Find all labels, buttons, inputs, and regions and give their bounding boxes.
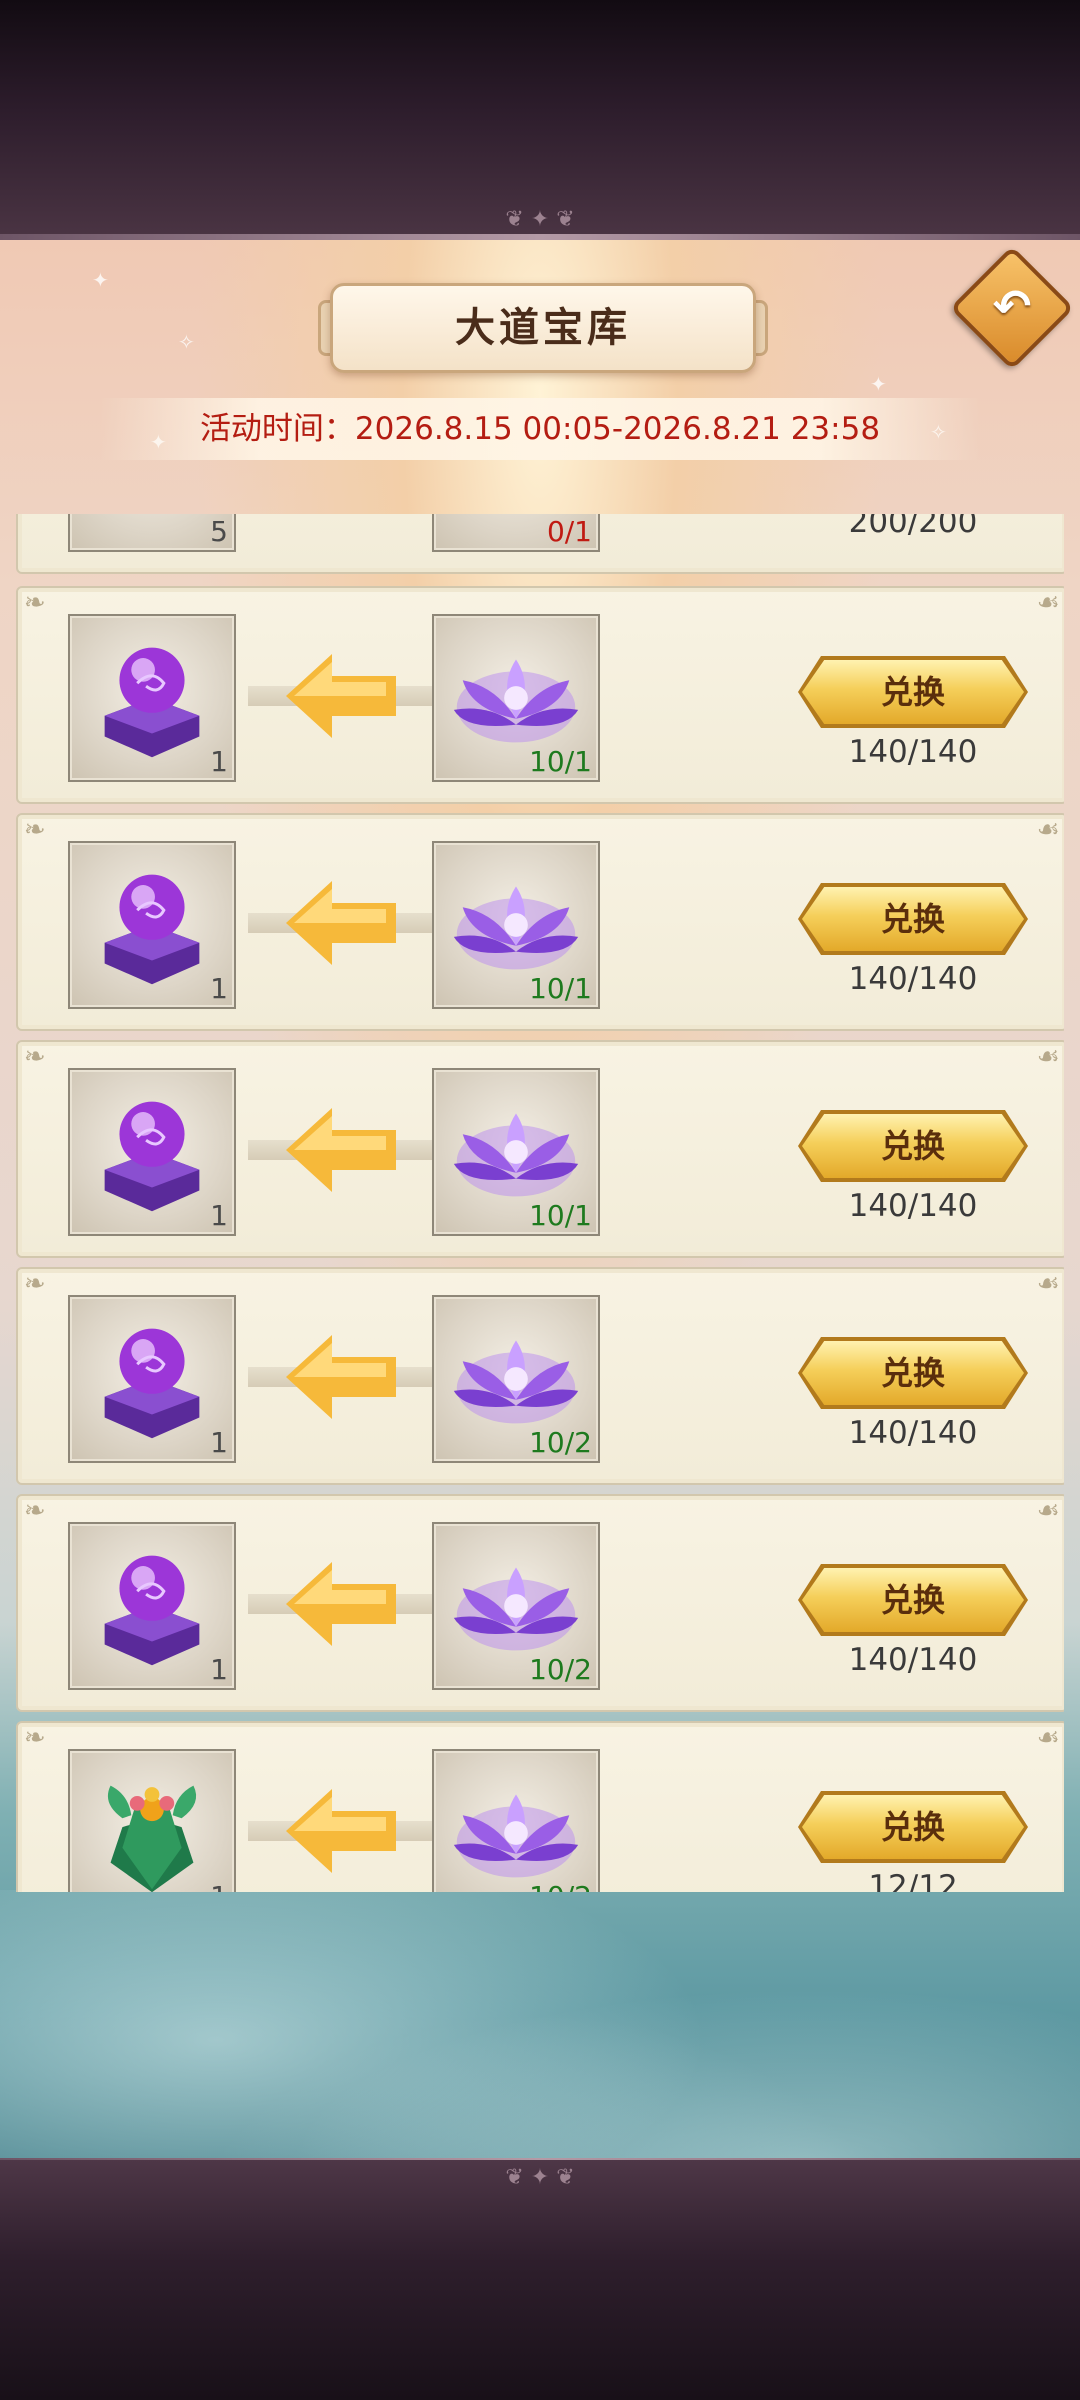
corner-ornament-icon: ☙ [1036, 1269, 1060, 1299]
cost-quantity: 10/2 [529, 1653, 592, 1686]
purple-lotus-icon [453, 1794, 579, 1878]
reward-quantity: 5 [210, 515, 228, 548]
reward-slot[interactable]: 1 [68, 1068, 236, 1236]
activity-time-text: 活动时间：2026.8.15 00:05-2026.8.21 23:58 [100, 398, 980, 460]
bottom-frame [0, 2160, 1080, 2400]
sparkle-icon: ✦ [92, 268, 109, 292]
cost-slot[interactable]: 0/1 [432, 514, 600, 552]
exchange-limit: 140/140 [848, 1642, 978, 1678]
exchange-limit: 200/200 [848, 514, 978, 540]
reward-quantity: 1 [210, 1880, 228, 1892]
left-arrow-icon [286, 1562, 396, 1646]
cost-quantity: 10/1 [529, 745, 592, 778]
exchange-row: ❧ ☙ 1 [16, 1040, 1064, 1258]
return-arrow-icon[interactable]: ↶ [968, 262, 1056, 350]
corner-ornament-icon: ❧ [24, 1042, 46, 1072]
exchange-limit: 140/140 [848, 1188, 978, 1224]
cost-quantity: 10/2 [529, 1880, 592, 1892]
purple-orb-pedestal-icon [104, 1555, 200, 1666]
reward-quantity: 1 [210, 1199, 228, 1232]
reward-slot[interactable]: 1 [68, 1522, 236, 1690]
corner-ornament-icon: ☙ [1036, 1042, 1060, 1072]
exchange-button[interactable]: 兑换 [802, 1341, 1024, 1405]
page-title: 大道宝库 [330, 283, 756, 373]
exchange-list[interactable]: 5 0/1 200/200 ❧ ☙ 1 10/1 兑换 140/140 ❧ ☙ … [16, 514, 1064, 1892]
exchange-row: ❧ ☙ 1 [16, 1267, 1064, 1485]
corner-ornament-icon: ❧ [24, 1723, 46, 1753]
reward-slot[interactable]: 1 [68, 841, 236, 1009]
left-arrow-icon [286, 1335, 396, 1419]
exchange-row: ❧ ☙ 1 [16, 1721, 1064, 1892]
exchange-row: ❧ ☙ 1 [16, 1494, 1064, 1712]
reward-quantity: 1 [210, 1653, 228, 1686]
left-arrow-icon [286, 654, 396, 738]
corner-ornament-icon: ☙ [1036, 588, 1060, 618]
cost-slot[interactable]: 10/2 [432, 1522, 600, 1690]
cost-slot[interactable]: 10/1 [432, 841, 600, 1009]
corner-ornament-icon: ☙ [1036, 815, 1060, 845]
exchange-limit: 140/140 [848, 961, 978, 997]
exchange-limit: 12/12 [868, 1869, 958, 1892]
cost-quantity: 10/1 [529, 1199, 592, 1232]
exchange-limit: 140/140 [848, 734, 978, 770]
corner-ornament-icon: ❧ [24, 1269, 46, 1299]
corner-ornament-icon: ☙ [1036, 1723, 1060, 1753]
exchange-button[interactable]: 兑换 [802, 887, 1024, 951]
green-flower-plant-icon [107, 1785, 197, 1892]
corner-ornament-icon: ❧ [24, 1496, 46, 1526]
reward-slot[interactable]: 5 [68, 514, 236, 552]
purple-orb-pedestal-icon [104, 1328, 200, 1439]
exchange-button[interactable]: 兑换 [802, 1568, 1024, 1632]
exchange-button[interactable]: 兑换 [802, 660, 1024, 724]
corner-ornament-icon: ❧ [24, 815, 46, 845]
corner-ornament-icon: ❧ [24, 588, 46, 618]
reward-slot[interactable]: 1 [68, 1295, 236, 1463]
reward-slot[interactable]: 1 [68, 614, 236, 782]
exchange-row: ❧ ☙ 1 [16, 586, 1064, 804]
cost-quantity: 0/1 [546, 515, 592, 548]
exchange-row-partial: 5 0/1 200/200 [16, 514, 1064, 574]
exchange-button[interactable]: 兑换 [802, 1795, 1024, 1859]
top-ornament-icon: ❦ ✦ ❦ [505, 207, 575, 232]
left-arrow-icon [286, 1789, 396, 1873]
left-arrow-icon [286, 1108, 396, 1192]
reward-slot[interactable]: 1 [68, 1749, 236, 1892]
reward-quantity: 1 [210, 972, 228, 1005]
cost-quantity: 10/1 [529, 972, 592, 1005]
exchange-button[interactable]: 兑换 [802, 1114, 1024, 1178]
reward-quantity: 1 [210, 1426, 228, 1459]
corner-ornament-icon: ☙ [1036, 1496, 1060, 1526]
cost-slot[interactable]: 10/2 [432, 1295, 600, 1463]
cost-slot[interactable]: 10/2 [432, 1749, 600, 1892]
exchange-row: ❧ ☙ 1 [16, 813, 1064, 1031]
cost-slot[interactable]: 10/1 [432, 1068, 600, 1236]
sparkle-icon: ✦ [870, 372, 887, 396]
purple-orb-pedestal-icon [104, 1101, 200, 1212]
exchange-limit: 140/140 [848, 1415, 978, 1451]
purple-orb-pedestal-icon [104, 874, 200, 985]
cost-quantity: 10/2 [529, 1426, 592, 1459]
purple-orb-pedestal-icon [104, 647, 200, 758]
left-arrow-icon [286, 881, 396, 965]
top-frame [0, 0, 1080, 236]
bottom-ornament-icon: ❦ ✦ ❦ [505, 2165, 575, 2190]
reward-quantity: 1 [210, 745, 228, 778]
cost-slot[interactable]: 10/1 [432, 614, 600, 782]
sparkle-icon: ✧ [178, 330, 195, 354]
